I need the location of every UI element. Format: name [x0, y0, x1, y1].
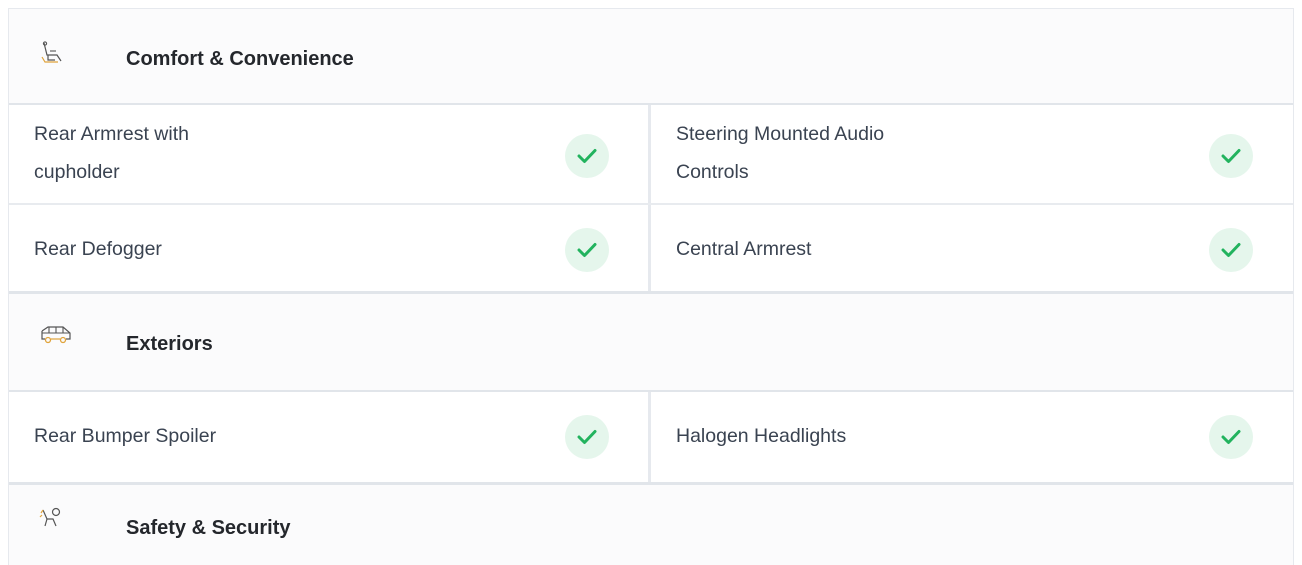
- section-title: Comfort & Convenience: [126, 48, 354, 70]
- feature-label: Rear Bumper Spoiler: [34, 425, 217, 447]
- feature-label: Halogen Headlights: [676, 425, 847, 447]
- features-table: Comfort & Convenience Rear Armrest with …: [8, 8, 1294, 565]
- table-row: Rear Bumper Spoiler Halogen Headlights: [9, 392, 1293, 485]
- feature-label: Central Armrest: [676, 238, 812, 260]
- check-icon: [1209, 228, 1253, 272]
- feature-label: Rear Defogger: [34, 238, 162, 260]
- section-header-safety[interactable]: Safety & Security: [9, 485, 1293, 565]
- section-title: Safety & Security: [126, 517, 291, 539]
- feature-label: Rear Armrest with cupholder: [34, 123, 189, 183]
- check-icon: [565, 134, 609, 178]
- seat-icon: [39, 41, 65, 63]
- table-row: Rear Defogger Central Armrest: [9, 205, 1293, 294]
- airbag-icon: [39, 507, 65, 529]
- feature-cell: Rear Bumper Spoiler: [9, 392, 651, 482]
- check-icon: [565, 228, 609, 272]
- feature-cell: Halogen Headlights: [651, 392, 1293, 482]
- section-header-exteriors[interactable]: Exteriors: [9, 294, 1293, 392]
- feature-cell: Steering Mounted Audio Controls: [651, 105, 1293, 203]
- feature-label: Steering Mounted Audio Controls: [676, 123, 885, 183]
- feature-cell: Rear Defogger: [9, 205, 651, 291]
- check-icon: [1209, 134, 1253, 178]
- table-row: Rear Armrest with cupholder Steering Mou…: [9, 105, 1293, 205]
- feature-cell: Rear Armrest with cupholder: [9, 105, 651, 203]
- section-title: Exteriors: [126, 333, 213, 355]
- feature-cell: Central Armrest: [651, 205, 1293, 291]
- check-icon: [1209, 415, 1253, 459]
- section-header-comfort[interactable]: Comfort & Convenience: [9, 8, 1293, 105]
- car-exterior-icon: [39, 325, 71, 347]
- check-icon: [565, 415, 609, 459]
